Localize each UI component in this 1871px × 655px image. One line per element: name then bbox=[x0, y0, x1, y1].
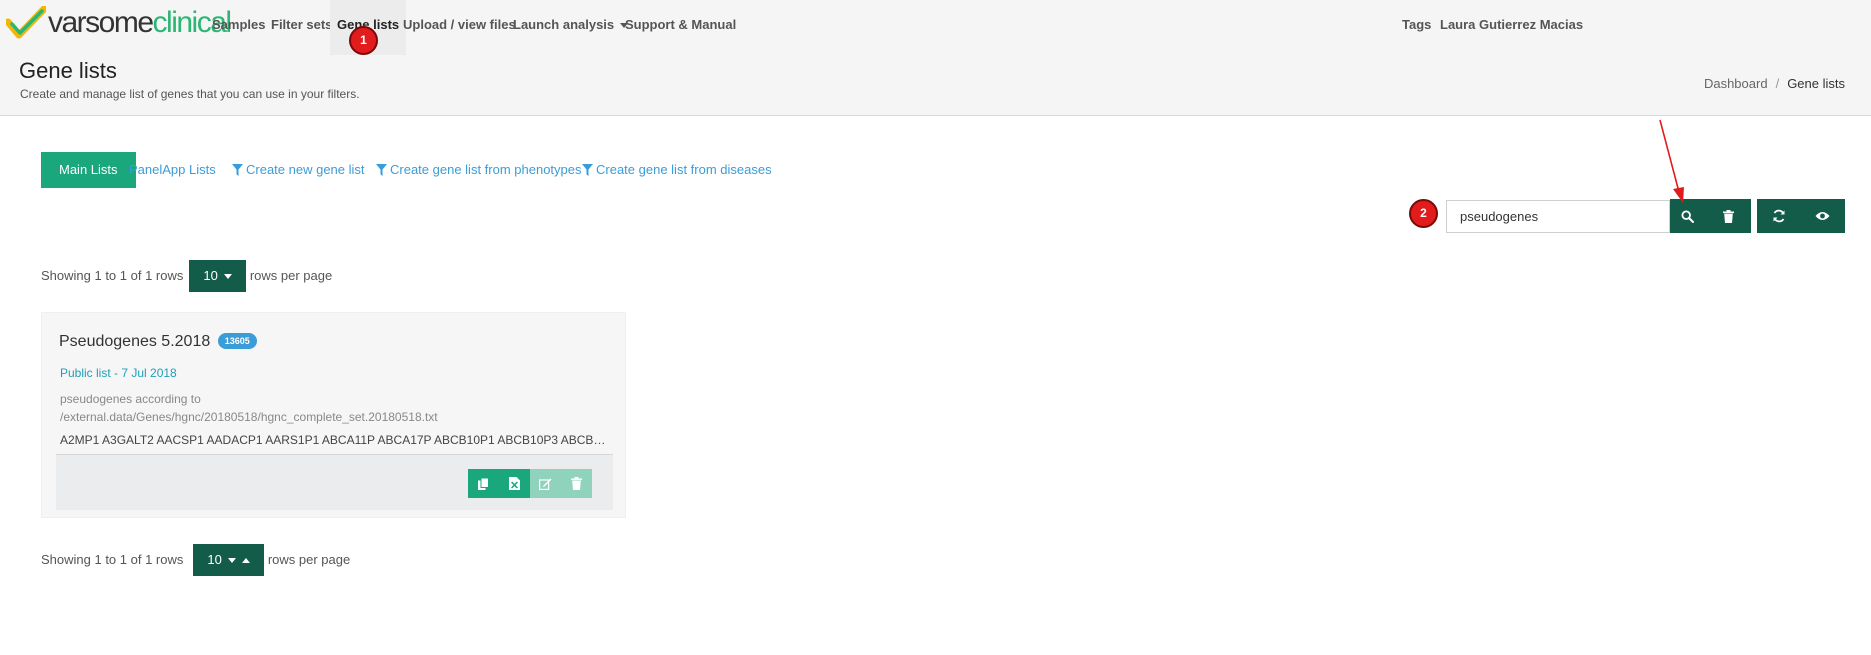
nav-support-manual[interactable]: Support & Manual bbox=[625, 0, 736, 55]
nav-filter-sets[interactable]: Filter sets bbox=[271, 0, 332, 55]
tab-create-new-gene-list[interactable]: Create new gene list bbox=[232, 152, 365, 188]
caret-up-icon bbox=[241, 558, 250, 564]
paging-info: Showing 1 to 1 of 1 rows bbox=[41, 552, 184, 567]
search-button[interactable] bbox=[1670, 199, 1705, 233]
page-header: Gene lists Create and manage list of gen… bbox=[0, 55, 1871, 116]
search-icon bbox=[1681, 209, 1694, 223]
checkmark-logo-icon bbox=[6, 6, 46, 39]
page-subtitle: Create and manage list of genes that you… bbox=[20, 87, 360, 101]
page-title: Gene lists bbox=[19, 58, 117, 83]
tab-create-new-gene-list-label: Create new gene list bbox=[246, 162, 365, 177]
edit-icon bbox=[539, 478, 552, 490]
tab-create-from-phenotypes[interactable]: Create gene list from phenotypes bbox=[376, 152, 582, 188]
tab-create-from-diseases-label: Create gene list from diseases bbox=[596, 162, 772, 177]
trash-icon bbox=[1722, 209, 1734, 223]
trash-icon bbox=[571, 477, 582, 490]
clear-search-button[interactable] bbox=[1705, 199, 1751, 233]
gene-list-title-text: Pseudogenes 5.2018 bbox=[59, 333, 211, 350]
breadcrumb-gene-lists: Gene lists bbox=[1787, 76, 1845, 91]
delete-button[interactable] bbox=[561, 469, 592, 498]
gene-count-badge: 13605 bbox=[217, 332, 257, 349]
caret-down-icon bbox=[223, 274, 232, 280]
varsome-clinical-logo[interactable]: varsomeclinical bbox=[6, 3, 232, 43]
eye-icon bbox=[1815, 212, 1830, 220]
gene-list-genes: A2MP1 A3GALT2 AACSP1 AADACP1 AARS1P1 ABC… bbox=[60, 433, 608, 447]
pagination-top: Showing 1 to 1 of 1 rows 10 rows per page bbox=[41, 260, 332, 292]
toggle-columns-button[interactable] bbox=[1800, 199, 1845, 233]
nav-samples[interactable]: Samples bbox=[212, 0, 265, 55]
tab-create-from-diseases[interactable]: Create gene list from diseases bbox=[582, 152, 772, 188]
refresh-button[interactable] bbox=[1757, 199, 1800, 233]
gene-list-description: pseudogenes according to /external.data/… bbox=[60, 392, 438, 424]
rows-per-page-dropdown[interactable]: 10 bbox=[193, 544, 264, 576]
rows-per-page-value: 10 bbox=[203, 268, 218, 283]
logo-text: varsomeclinical bbox=[48, 6, 232, 39]
filter-icon bbox=[582, 164, 593, 176]
tab-create-from-phenotypes-label: Create gene list from phenotypes bbox=[390, 162, 582, 177]
gene-list-title[interactable]: Pseudogenes 5.2018 13605 bbox=[59, 332, 257, 351]
gene-list-meta: Public list - 7 Jul 2018 bbox=[60, 366, 177, 380]
pagination-bottom: Showing 1 to 1 of 1 rows 10 rows per page bbox=[41, 544, 350, 576]
copy-button[interactable] bbox=[468, 469, 499, 498]
caret-down-icon bbox=[227, 558, 236, 564]
filter-icon bbox=[376, 164, 387, 176]
tab-panelapp-lists[interactable]: PanelApp Lists bbox=[129, 152, 216, 188]
top-navbar: varsomeclinical Samples Filter sets Gene… bbox=[0, 0, 1871, 55]
refresh-icon bbox=[1773, 209, 1784, 223]
rows-per-page-label: rows per page bbox=[267, 552, 351, 567]
search-input[interactable] bbox=[1446, 200, 1670, 233]
breadcrumb-dashboard[interactable]: Dashboard bbox=[1704, 76, 1768, 91]
nav-upload-view-files[interactable]: Upload / view files bbox=[403, 0, 516, 55]
excel-file-icon bbox=[509, 477, 520, 490]
annotation-marker-2: 2 bbox=[1409, 199, 1438, 228]
tab-main-lists[interactable]: Main Lists bbox=[41, 152, 136, 188]
edit-button[interactable] bbox=[530, 469, 561, 498]
export-excel-button[interactable] bbox=[499, 469, 530, 498]
copy-icon bbox=[478, 477, 489, 490]
nav-user-menu[interactable]: Laura Gutierrez Macias bbox=[1440, 0, 1583, 55]
gene-list-card: Pseudogenes 5.2018 13605 Public list - 7… bbox=[41, 312, 626, 518]
paging-info: Showing 1 to 1 of 1 rows bbox=[41, 268, 184, 283]
breadcrumb: Dashboard / Gene lists bbox=[1703, 76, 1845, 91]
nav-launch-analysis[interactable]: Launch analysis bbox=[513, 0, 629, 55]
filter-icon bbox=[232, 164, 243, 176]
annotation-marker-1: 1 bbox=[349, 26, 378, 55]
rows-per-page-label: rows per page bbox=[249, 268, 333, 283]
nav-tags[interactable]: Tags bbox=[1402, 0, 1431, 55]
rows-per-page-value: 10 bbox=[207, 552, 222, 567]
rows-per-page-dropdown[interactable]: 10 bbox=[189, 260, 246, 292]
nav-launch-analysis-label: Launch analysis bbox=[513, 17, 615, 32]
gene-list-actions bbox=[56, 454, 613, 510]
